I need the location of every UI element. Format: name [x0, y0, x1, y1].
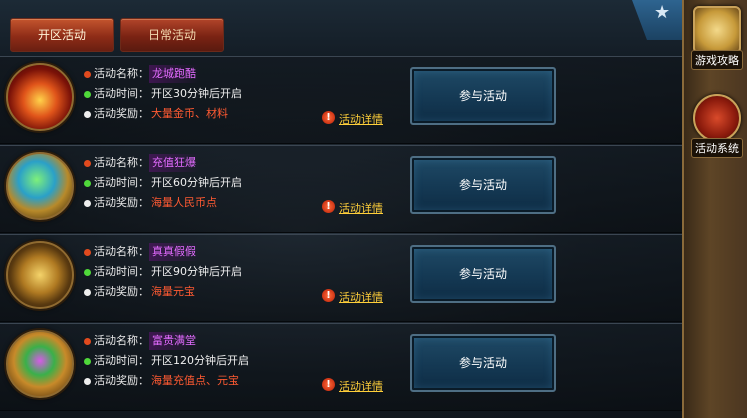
bullet-icon — [84, 70, 91, 78]
activity-time-line: 活动时间： 开区90分钟后开启 — [84, 263, 242, 281]
gem-pile-icon — [6, 152, 74, 220]
activity-reward-line: 活动奖励： 海量元宝 — [84, 283, 195, 301]
sidebar-item-guide[interactable]: 游戏攻略 — [686, 6, 747, 70]
activity-name-line: 活动名称： 真真假假 — [84, 243, 199, 261]
activity-detail-link[interactable]: 活动详情 — [339, 113, 383, 126]
activity-reward-line: 活动奖励： 大量金币、材料 — [84, 105, 228, 123]
join-activity-button[interactable]: 参与活动 — [410, 67, 556, 125]
activity-reward: 海量充值点、元宝 — [151, 374, 239, 387]
sidebar-item-activity-system[interactable]: 活动系统 — [686, 94, 747, 158]
bullet-icon — [84, 248, 91, 256]
tab-server-open-activities[interactable]: 开区活动 — [10, 18, 114, 52]
bullet-icon — [84, 199, 91, 207]
drum-icon — [693, 94, 741, 142]
book-icon — [6, 63, 74, 131]
sidebar-item-label: 游戏攻略 — [691, 50, 743, 70]
activity-reward: 海量元宝 — [151, 285, 195, 298]
tab-daily-activities[interactable]: 日常活动 — [120, 18, 224, 52]
bullet-icon — [84, 90, 91, 98]
bullet-icon — [84, 268, 91, 276]
alert-icon: ! — [322, 289, 335, 302]
activity-detail-link[interactable]: 活动详情 — [339, 380, 383, 393]
tab-bar: 开区活动 日常活动 — [0, 0, 682, 57]
treasure-bowl-icon — [6, 330, 74, 398]
activity-name: 真真假假 — [149, 243, 199, 261]
activity-name: 充值狂爆 — [149, 154, 199, 172]
activity-detail[interactable]: ! 活动详情 — [322, 111, 383, 131]
activity-detail[interactable]: ! 活动详情 — [322, 200, 383, 220]
join-activity-button[interactable]: 参与活动 — [410, 245, 556, 303]
activity-reward-line: 活动奖励： 海量充值点、元宝 — [84, 372, 239, 390]
activity-reward: 海量人民币点 — [151, 196, 217, 209]
activity-time: 开区60分钟后开启 — [151, 176, 242, 189]
bullet-icon — [84, 179, 91, 187]
activity-name-line: 活动名称： 充值狂爆 — [84, 154, 199, 172]
activity-name-line: 活动名称： 龙城跑酷 — [84, 65, 199, 83]
scroll-icon — [693, 6, 741, 54]
activity-detail-link[interactable]: 活动详情 — [339, 202, 383, 215]
bullet-icon — [84, 110, 91, 118]
activity-reward-line: 活动奖励： 海量人民币点 — [84, 194, 217, 212]
sidebar-item-label: 活动系统 — [691, 138, 743, 158]
bullet-icon — [84, 337, 91, 345]
bullet-icon — [84, 159, 91, 167]
bullet-icon — [84, 288, 91, 296]
activity-time-line: 活动时间： 开区120分钟后开启 — [84, 352, 249, 370]
activity-reward: 大量金币、材料 — [151, 107, 228, 120]
activity-detail-link[interactable]: 活动详情 — [339, 291, 383, 304]
activity-detail[interactable]: ! 活动详情 — [322, 289, 383, 309]
activity-row: 活动名称： 富贵满堂 活动时间： 开区120分钟后开启 活动奖励： 海量充值点、元宝 … — [0, 323, 682, 411]
activity-row: 活动名称： 真真假假 活动时间： 开区90分钟后开启 活动奖励： 海量元宝 ! 活动详情… — [0, 234, 682, 322]
activity-row: 活动名称： 充值狂爆 活动时间： 开区60分钟后开启 活动奖励： 海量人民币点 ! 活动… — [0, 145, 682, 233]
join-activity-button[interactable]: 参与活动 — [410, 334, 556, 392]
treasure-chest-icon — [6, 241, 74, 309]
bullet-icon — [84, 377, 91, 385]
activity-time-line: 活动时间： 开区30分钟后开启 — [84, 85, 242, 103]
bullet-icon — [84, 357, 91, 365]
activity-name: 富贵满堂 — [149, 332, 199, 350]
activity-row: 活动名称： 龙城跑酷 活动时间： 开区30分钟后开启 活动奖励： 大量金币、材料 ! 活… — [0, 56, 682, 144]
activity-time: 开区30分钟后开启 — [151, 87, 242, 100]
activity-detail[interactable]: ! 活动详情 — [322, 378, 383, 398]
activity-time-line: 活动时间： 开区60分钟后开启 — [84, 174, 242, 192]
activity-name: 龙城跑酷 — [149, 65, 199, 83]
activity-time: 开区120分钟后开启 — [151, 354, 249, 367]
activity-time: 开区90分钟后开启 — [151, 265, 242, 278]
activity-name-line: 活动名称： 富贵满堂 — [84, 332, 199, 350]
alert-icon: ! — [322, 111, 335, 124]
alert-icon: ! — [322, 200, 335, 213]
join-activity-button[interactable]: 参与活动 — [410, 156, 556, 214]
alert-icon: ! — [322, 378, 335, 391]
right-sidebar: 游戏攻略 活动系统 — [682, 0, 747, 418]
